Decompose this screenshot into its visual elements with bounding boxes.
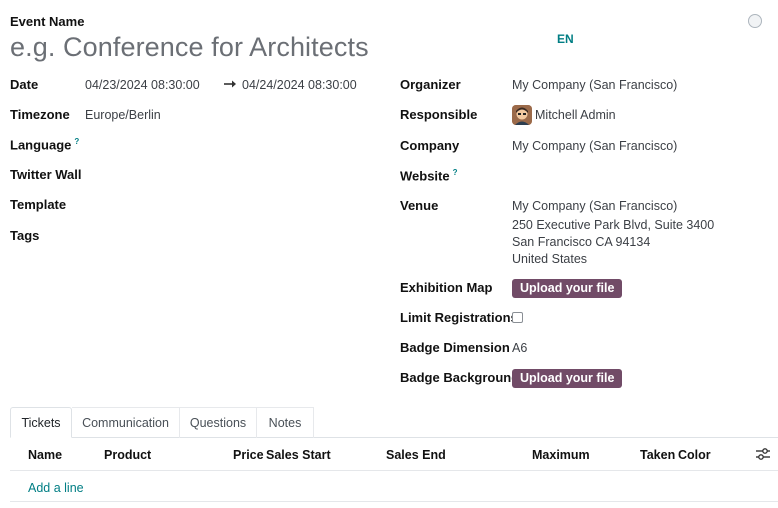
venue-field[interactable]: My Company (San Francisco) <box>512 199 677 213</box>
organizer-label: Organizer <box>400 77 461 92</box>
column-header-sales-start[interactable]: Sales Start <box>266 448 331 462</box>
badge-background-upload-button[interactable]: Upload your file <box>512 369 623 388</box>
responsible-label: Responsible <box>400 107 478 122</box>
event-name-input[interactable]: e.g. Conference for Architects <box>10 32 369 63</box>
tab-communication[interactable]: Communication <box>72 407 180 438</box>
status-circle-icon[interactable] <box>748 14 762 28</box>
venue-address-line2: San Francisco CA 94134 <box>512 235 651 249</box>
website-label: Website? <box>400 168 458 183</box>
date-start-field[interactable]: 04/23/2024 08:30:00 <box>85 78 200 92</box>
event-name-label: Event Name <box>10 14 85 29</box>
user-avatar-icon <box>512 105 532 125</box>
language-label-text: Language <box>10 137 72 153</box>
exhibition-map-upload-button[interactable]: Upload your file <box>512 279 623 298</box>
organizer-field[interactable]: My Company (San Francisco) <box>512 78 677 92</box>
timezone-field[interactable]: Europe/Berlin <box>85 108 161 122</box>
timezone-label: Timezone <box>10 107 70 122</box>
exhibition-map-label: Exhibition Map <box>400 280 493 295</box>
limit-registrations-label: Limit Registrations <box>400 310 518 325</box>
table-row-divider <box>10 501 778 502</box>
arrow-right-icon <box>224 80 236 88</box>
venue-address-line1: 250 Executive Park Blvd, Suite 3400 <box>512 218 715 232</box>
avatar <box>512 105 532 125</box>
tab-questions[interactable]: Questions <box>180 407 257 438</box>
language-help-icon[interactable]: ? <box>74 137 79 146</box>
website-label-text: Website <box>400 168 450 184</box>
optional-columns-icon[interactable] <box>756 448 770 460</box>
add-line-link[interactable]: Add a line <box>28 481 84 495</box>
language-toggle[interactable]: EN <box>557 32 574 46</box>
badge-dimension-field[interactable]: A6 <box>512 341 527 355</box>
column-header-name[interactable]: Name <box>28 448 62 462</box>
column-header-price[interactable]: Price <box>233 448 264 462</box>
language-label: Language? <box>10 137 79 152</box>
column-header-maximum[interactable]: Maximum <box>532 448 590 462</box>
venue-address-line3: United States <box>512 252 588 266</box>
company-label: Company <box>400 138 460 153</box>
tags-label: Tags <box>10 228 40 243</box>
column-header-product[interactable]: Product <box>104 448 151 462</box>
tab-notes[interactable]: Notes <box>257 407 314 438</box>
twitter-wall-label: Twitter Wall <box>10 167 82 182</box>
date-label: Date <box>10 77 39 92</box>
responsible-field[interactable]: Mitchell Admin <box>535 108 616 122</box>
tab-tickets[interactable]: Tickets <box>10 407 72 438</box>
company-field[interactable]: My Company (San Francisco) <box>512 139 677 153</box>
website-help-icon[interactable]: ? <box>453 168 458 177</box>
limit-registrations-checkbox[interactable] <box>512 312 523 323</box>
template-label: Template <box>10 197 67 212</box>
column-header-taken[interactable]: Taken <box>640 448 675 462</box>
badge-dimension-label: Badge Dimension <box>400 340 510 355</box>
badge-background-label: Badge Background <box>400 370 520 385</box>
date-end-field[interactable]: 04/24/2024 08:30:00 <box>242 78 357 92</box>
venue-label: Venue <box>400 198 439 213</box>
column-header-color[interactable]: Color <box>678 448 711 462</box>
column-header-sales-end[interactable]: Sales End <box>386 448 446 462</box>
table-header-divider <box>10 470 778 471</box>
